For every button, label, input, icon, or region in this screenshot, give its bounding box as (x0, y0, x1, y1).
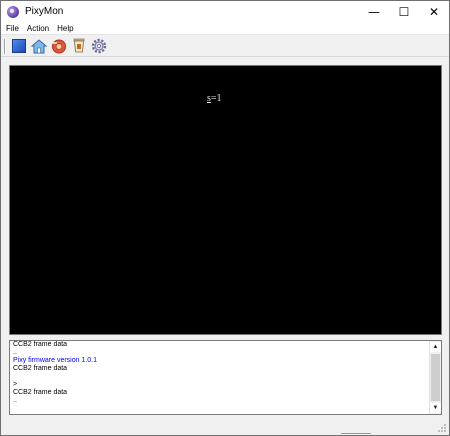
console-line: .. (13, 397, 17, 404)
menu-file[interactable]: File (1, 24, 23, 33)
pixymon-app-icon (7, 5, 19, 18)
pixymon-window: PixyMon — ☐ ✕ File Action Help s=1 CCB2 … (0, 0, 450, 436)
console-lines: CCB2 frame data.. Pixy firmware version 1… (13, 341, 428, 405)
status-bar (1, 419, 449, 435)
display-overlay-text: s=1 (207, 93, 222, 104)
scroll-down-arrow-icon[interactable]: ▼ (430, 403, 441, 413)
menu-help[interactable]: Help (53, 24, 77, 33)
console-line: Pixy firmware version 1.0.1 (13, 357, 98, 364)
toolbar-grip[interactable] (4, 38, 6, 54)
home-icon (31, 38, 47, 53)
camera-icon (52, 39, 66, 53)
menu-bar: File Action Help (1, 22, 449, 35)
toolbar (1, 36, 449, 57)
console-line: .. (13, 349, 17, 356)
console-line: CCB2 frame data (13, 389, 68, 396)
resize-grip-icon[interactable] (437, 423, 447, 433)
raw-video-button[interactable] (11, 38, 27, 54)
console-line: CCB2 frame data (13, 365, 68, 372)
console-line: > (13, 381, 18, 388)
console-line: CCB2 frame data (13, 341, 68, 348)
window-controls: — ☐ ✕ (359, 1, 449, 22)
console-output[interactable]: CCB2 frame data.. Pixy firmware version 1… (9, 340, 442, 415)
menu-action[interactable]: Action (23, 24, 53, 33)
title-bar[interactable]: PixyMon — ☐ ✕ (1, 1, 449, 22)
settings-gear-icon (91, 38, 107, 54)
window-title: PixyMon (25, 6, 64, 17)
program-button[interactable] (71, 38, 87, 54)
camera-button[interactable] (51, 38, 67, 54)
maximize-button[interactable]: ☐ (389, 1, 419, 22)
scroll-up-arrow-icon[interactable]: ▲ (430, 342, 441, 352)
close-button[interactable]: ✕ (419, 1, 449, 22)
status-divider (341, 433, 371, 434)
raw-video-icon (12, 39, 26, 53)
overlay-suffix: =1 (210, 93, 222, 104)
video-display[interactable]: s=1 (9, 65, 442, 335)
program-cup-icon (73, 38, 85, 53)
scrollbar-thumb[interactable] (431, 354, 440, 401)
home-button[interactable] (31, 38, 47, 54)
minimize-button[interactable]: — (359, 1, 389, 22)
configure-button[interactable] (91, 38, 107, 54)
console-scrollbar[interactable]: ▲ ▼ (429, 341, 441, 414)
